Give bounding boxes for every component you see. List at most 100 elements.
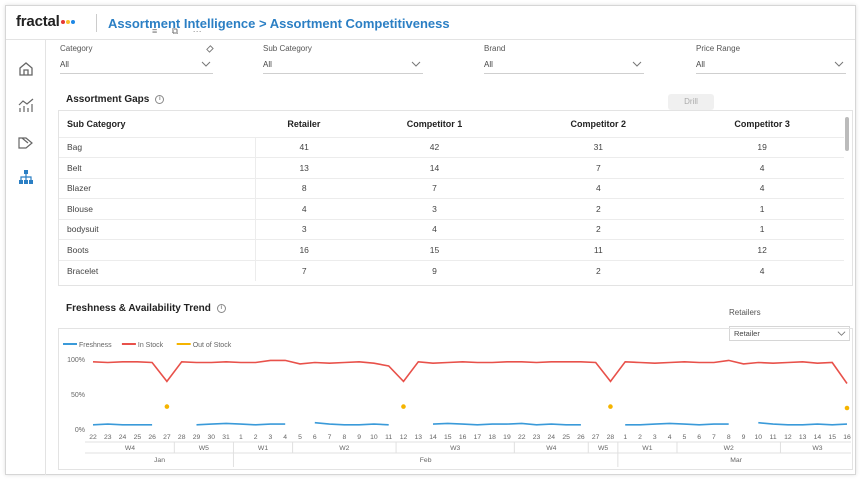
table-cell: 11 — [516, 239, 681, 260]
column-header[interactable]: Competitor 2 — [516, 111, 680, 137]
week-label: W1 — [642, 445, 652, 452]
dropdown-value: All — [263, 60, 272, 69]
x-tick-label: 4 — [668, 434, 672, 441]
chevron-down-icon — [834, 61, 844, 67]
x-tick-label: 19 — [503, 434, 511, 441]
legend-label: In Stock — [138, 342, 164, 349]
app-window: fractal Assortment Intelligence > Assort… — [5, 5, 856, 475]
x-tick-label: 24 — [548, 434, 556, 441]
table-cell: 7 — [516, 157, 681, 178]
table-cell: 9 — [352, 259, 517, 281]
table-cell: 3 — [352, 198, 517, 219]
header-divider — [96, 14, 97, 32]
eraser-icon[interactable] — [205, 44, 214, 53]
x-tick-label: 1 — [623, 434, 627, 441]
week-label: W4 — [125, 445, 135, 452]
table-cell: 7 — [352, 177, 517, 199]
week-label: W5 — [199, 445, 209, 452]
home-icon[interactable] — [17, 60, 35, 78]
info-icon[interactable]: i — [155, 94, 165, 104]
x-tick-label: 6 — [313, 434, 317, 441]
filter-label: Sub Category — [263, 44, 312, 53]
brand-logo: fractal — [16, 13, 76, 30]
trend-chart: Freshness In Stock Out of Stock100%50%0%22… — [63, 342, 851, 467]
table-cell: 4 — [255, 198, 353, 219]
dropdown-value: All — [484, 60, 493, 69]
x-tick-label: 1 — [239, 434, 243, 441]
x-tick-label: 5 — [298, 434, 302, 441]
filter-brand[interactable]: Brand All — [484, 44, 644, 74]
top-bar: fractal Assortment Intelligence > Assort… — [6, 6, 855, 40]
table-row[interactable]: Belt 13 14 7 4 — [59, 157, 844, 178]
section-title-text: Freshness & Availability Trend — [66, 303, 211, 314]
section-title-text: Assortment Gaps — [66, 94, 150, 105]
table-scrollbar[interactable] — [845, 117, 849, 151]
table-row[interactable]: Bag 41 42 31 19 — [59, 136, 844, 158]
y-tick-label: 0% — [75, 427, 85, 434]
x-tick-label: 25 — [562, 434, 570, 441]
x-tick-label: 24 — [119, 434, 127, 441]
filter-label: Category — [60, 44, 93, 53]
brand-dropdown[interactable]: All — [484, 58, 644, 74]
x-tick-label: 16 — [843, 434, 851, 441]
x-tick-label: 3 — [653, 434, 657, 441]
logo-dots-icon — [60, 13, 76, 30]
category-dropdown[interactable]: All — [60, 58, 213, 74]
week-label: W2 — [724, 445, 734, 452]
table-cell: 2 — [516, 218, 681, 240]
table-cell: 16 — [255, 239, 353, 260]
x-tick-label: 18 — [488, 434, 496, 441]
x-tick-label: 2 — [254, 434, 258, 441]
table-row[interactable]: Blazer 8 7 4 4 — [59, 177, 844, 199]
table-cell: 12 — [680, 239, 844, 260]
tags-icon[interactable] — [17, 134, 35, 152]
week-label: W2 — [339, 445, 349, 452]
week-label: W3 — [450, 445, 460, 452]
x-tick-label: 16 — [459, 434, 467, 441]
week-label: W5 — [598, 445, 608, 452]
x-tick-label: 23 — [104, 434, 112, 441]
column-header[interactable]: Competitor 3 — [680, 111, 844, 137]
table-cell: Belt — [59, 157, 256, 178]
table-cell: 1 — [680, 218, 844, 240]
legend-label: Out of Stock — [193, 342, 232, 349]
x-tick-label: 12 — [400, 434, 408, 441]
analytics-icon[interactable] — [17, 96, 35, 114]
table-cell: 8 — [255, 177, 353, 199]
side-nav — [6, 40, 46, 475]
x-tick-label: 7 — [328, 434, 332, 441]
visual-header-icons[interactable]: ≡ ⧉ ⋯ — [152, 26, 208, 37]
table-cell: 2 — [516, 198, 681, 219]
week-label: W1 — [258, 445, 268, 452]
table-row[interactable]: Boots 16 15 11 12 — [59, 239, 844, 260]
assortment-gaps-table: Sub Category Retailer Competitor 1 Competit… — [58, 110, 853, 286]
price-range-dropdown[interactable]: All — [696, 58, 846, 74]
table-row[interactable]: bodysuit 3 4 2 1 — [59, 218, 844, 240]
table-cell: Bag — [59, 136, 256, 158]
chevron-down-icon — [201, 61, 211, 67]
info-icon[interactable]: i — [216, 303, 226, 313]
x-tick-label: 7 — [712, 434, 716, 441]
x-tick-label: 17 — [474, 434, 482, 441]
table-row[interactable]: Blouse 4 3 2 1 — [59, 198, 844, 219]
hierarchy-icon[interactable] — [17, 168, 35, 186]
x-tick-label: 22 — [518, 434, 526, 441]
table-cell: 3 — [255, 218, 353, 240]
table-cell: 14 — [352, 157, 517, 178]
table-cell: 7 — [255, 259, 353, 281]
table-row[interactable]: Bracelet 7 9 2 4 — [59, 259, 844, 281]
filter-category[interactable]: Category All — [60, 44, 214, 74]
column-header[interactable]: Competitor 1 — [353, 111, 517, 137]
month-label: Feb — [420, 457, 432, 464]
filter-sub-category[interactable]: Sub Category All — [263, 44, 423, 74]
x-tick-label: 27 — [592, 434, 600, 441]
table-cell: 4 — [680, 157, 844, 178]
out-of-stock-point — [844, 405, 850, 411]
sub-category-dropdown[interactable]: All — [263, 58, 423, 74]
column-header[interactable]: Sub Category — [59, 111, 255, 137]
x-tick-label: 26 — [577, 434, 585, 441]
column-header[interactable]: Retailer — [255, 111, 352, 137]
week-label: W3 — [812, 445, 822, 452]
drill-button[interactable]: Drill — [668, 94, 714, 110]
filter-price-range[interactable]: Price Range All — [696, 44, 846, 74]
